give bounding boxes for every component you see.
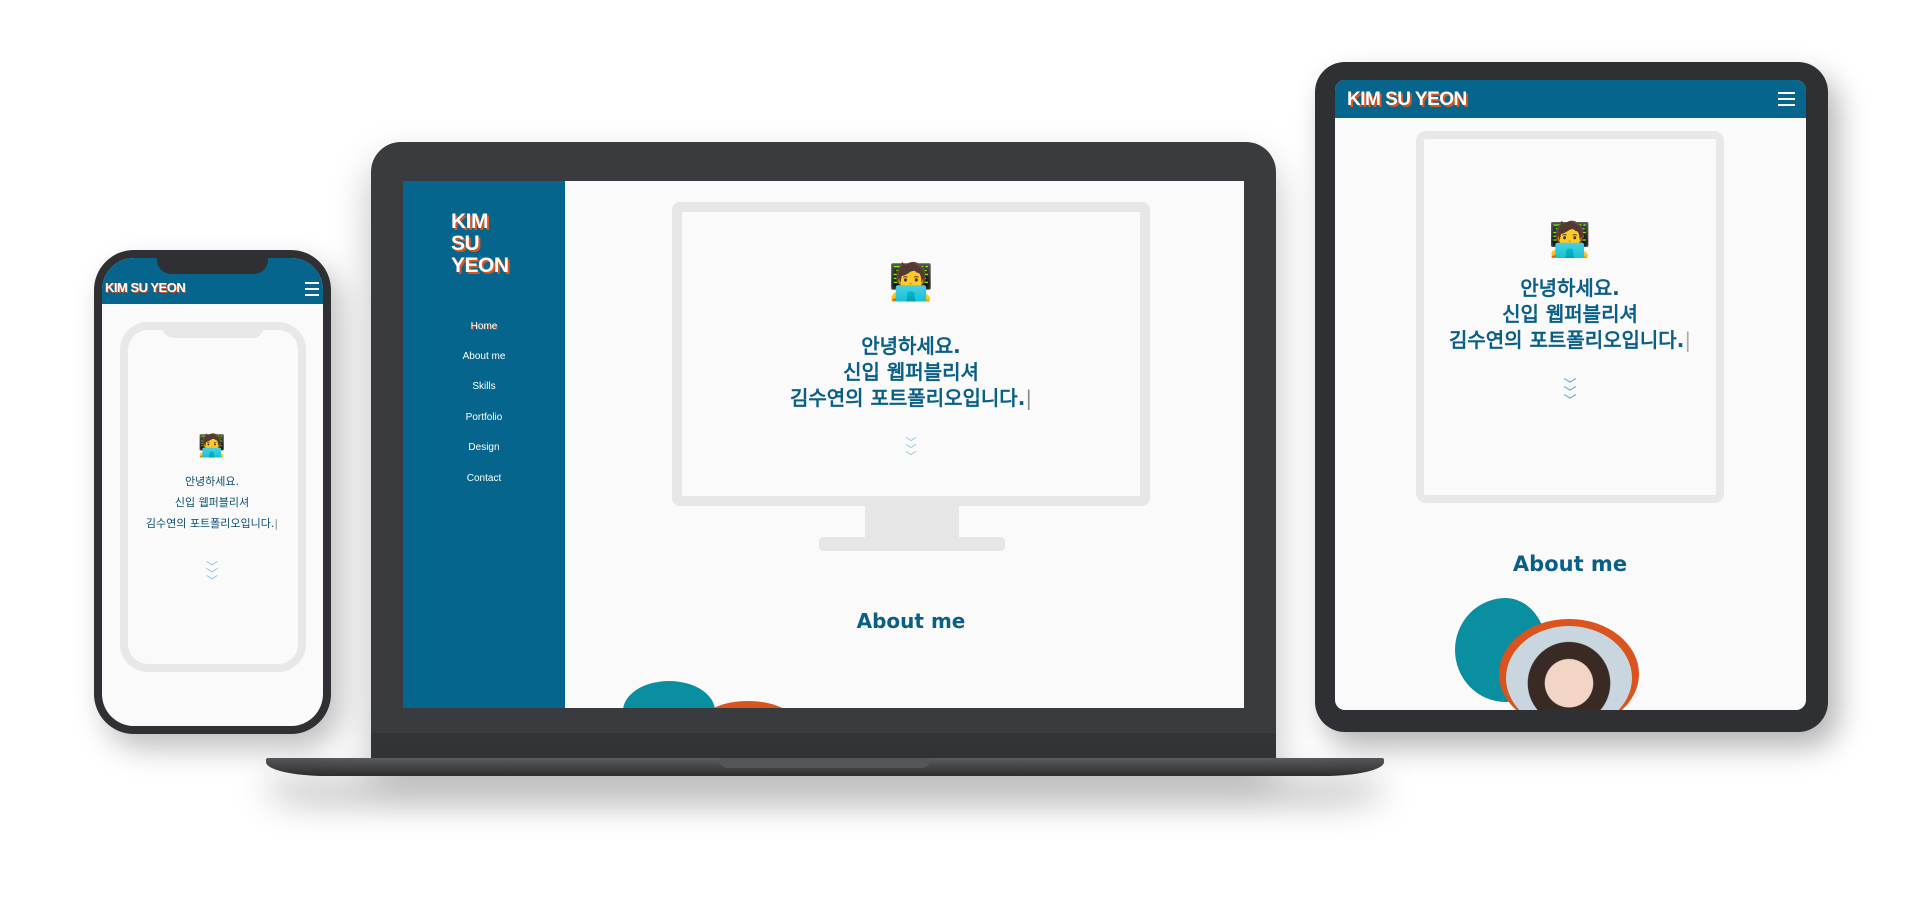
menu-bar	[305, 288, 319, 290]
decorative-blob	[623, 681, 715, 708]
greeting-line: 김수연의 포트폴리오입니다.|	[1448, 328, 1692, 352]
sidebar: KIM SU YEON Home About me Skills Portfol…	[403, 181, 565, 708]
hamburger-menu-icon[interactable]	[305, 282, 319, 300]
greeting-line: 김수연의 포트폴리오입니다.|	[789, 386, 1033, 410]
logo-line: SU	[451, 232, 480, 255]
nav-skills[interactable]: Skills	[403, 381, 565, 392]
greeting-line: 신입 웹퍼블리셔	[174, 496, 250, 509]
phone-screen: KIM SU YEON 🧑‍💻 안녕하세요. 신입 웹퍼블리셔 김수연의 포트폴…	[102, 258, 323, 726]
nav-contact[interactable]: Contact	[403, 473, 565, 484]
menu-bar	[305, 294, 319, 296]
chevrons-down-icon[interactable]: ﹀ ﹀ ﹀	[1555, 379, 1585, 408]
monitor-stand-neck	[865, 506, 959, 538]
laptop-screen: KIM SU YEON Home About me Skills Portfol…	[403, 181, 1244, 708]
laptop-trackpad-notch	[718, 758, 931, 768]
hero-greeting: 안녕하세요. 신입 웹퍼블리셔 김수연의 포트폴리오입니다.|	[1370, 275, 1770, 353]
decorative-blob	[703, 701, 793, 708]
greeting-line: 신입 웹퍼블리셔	[1502, 302, 1638, 326]
greeting-line: 안녕하세요.	[861, 334, 961, 358]
menu-bar	[1778, 92, 1795, 94]
menu-bar	[1778, 104, 1795, 106]
greeting-line: 신입 웹퍼블리셔	[843, 360, 979, 384]
nav-about-me[interactable]: About me	[403, 351, 565, 362]
hero-greeting: 안녕하세요. 신입 웹퍼블리셔 김수연의 포트폴리오입니다.|	[686, 333, 1136, 411]
menu-bar	[305, 282, 319, 284]
logo-line: KIM	[451, 210, 488, 233]
phone-notch	[157, 258, 268, 274]
logo-line: YEON	[451, 254, 509, 277]
nav-home[interactable]: Home	[403, 321, 565, 332]
nav-portfolio[interactable]: Portfolio	[403, 412, 565, 423]
hero-greeting: 안녕하세요. 신입 웹퍼블리셔 김수연의 포트폴리오입니다.|	[112, 471, 312, 534]
greeting-line: 안녕하세요.	[1520, 276, 1620, 300]
greeting-line: 안녕하세요.	[184, 475, 240, 488]
phone-illustration-notch	[162, 322, 264, 338]
chevrons-down-icon[interactable]: ﹀ ﹀ ﹀	[891, 437, 931, 462]
hamburger-menu-icon[interactable]	[1778, 92, 1795, 110]
chevrons-down-icon[interactable]: ﹀ ﹀ ﹀	[197, 561, 227, 587]
greeting-line: 김수연의 포트폴리오입니다.|	[145, 517, 279, 530]
menu-bar	[1778, 98, 1795, 100]
tablet-screen: KIM SU YEON 🧑‍💻 안녕하세요. 신입 웹퍼블리셔 김수연의 포트폴…	[1335, 80, 1806, 710]
person-with-laptop-icon: 🧑‍💻	[1548, 220, 1592, 260]
about-heading: About me	[856, 609, 966, 633]
monitor-stand-foot	[819, 537, 1005, 551]
site-logo[interactable]: KIM SU YEON	[105, 280, 186, 295]
person-with-laptop-icon: 🧑‍💻	[888, 262, 934, 303]
site-logo[interactable]: KIM SU YEON	[1347, 89, 1467, 111]
person-with-laptop-icon: 🧑‍💻	[198, 434, 226, 459]
nav-design[interactable]: Design	[403, 442, 565, 453]
about-heading: About me	[1512, 552, 1628, 576]
site-logo[interactable]: KIM SU YEON	[451, 211, 509, 277]
